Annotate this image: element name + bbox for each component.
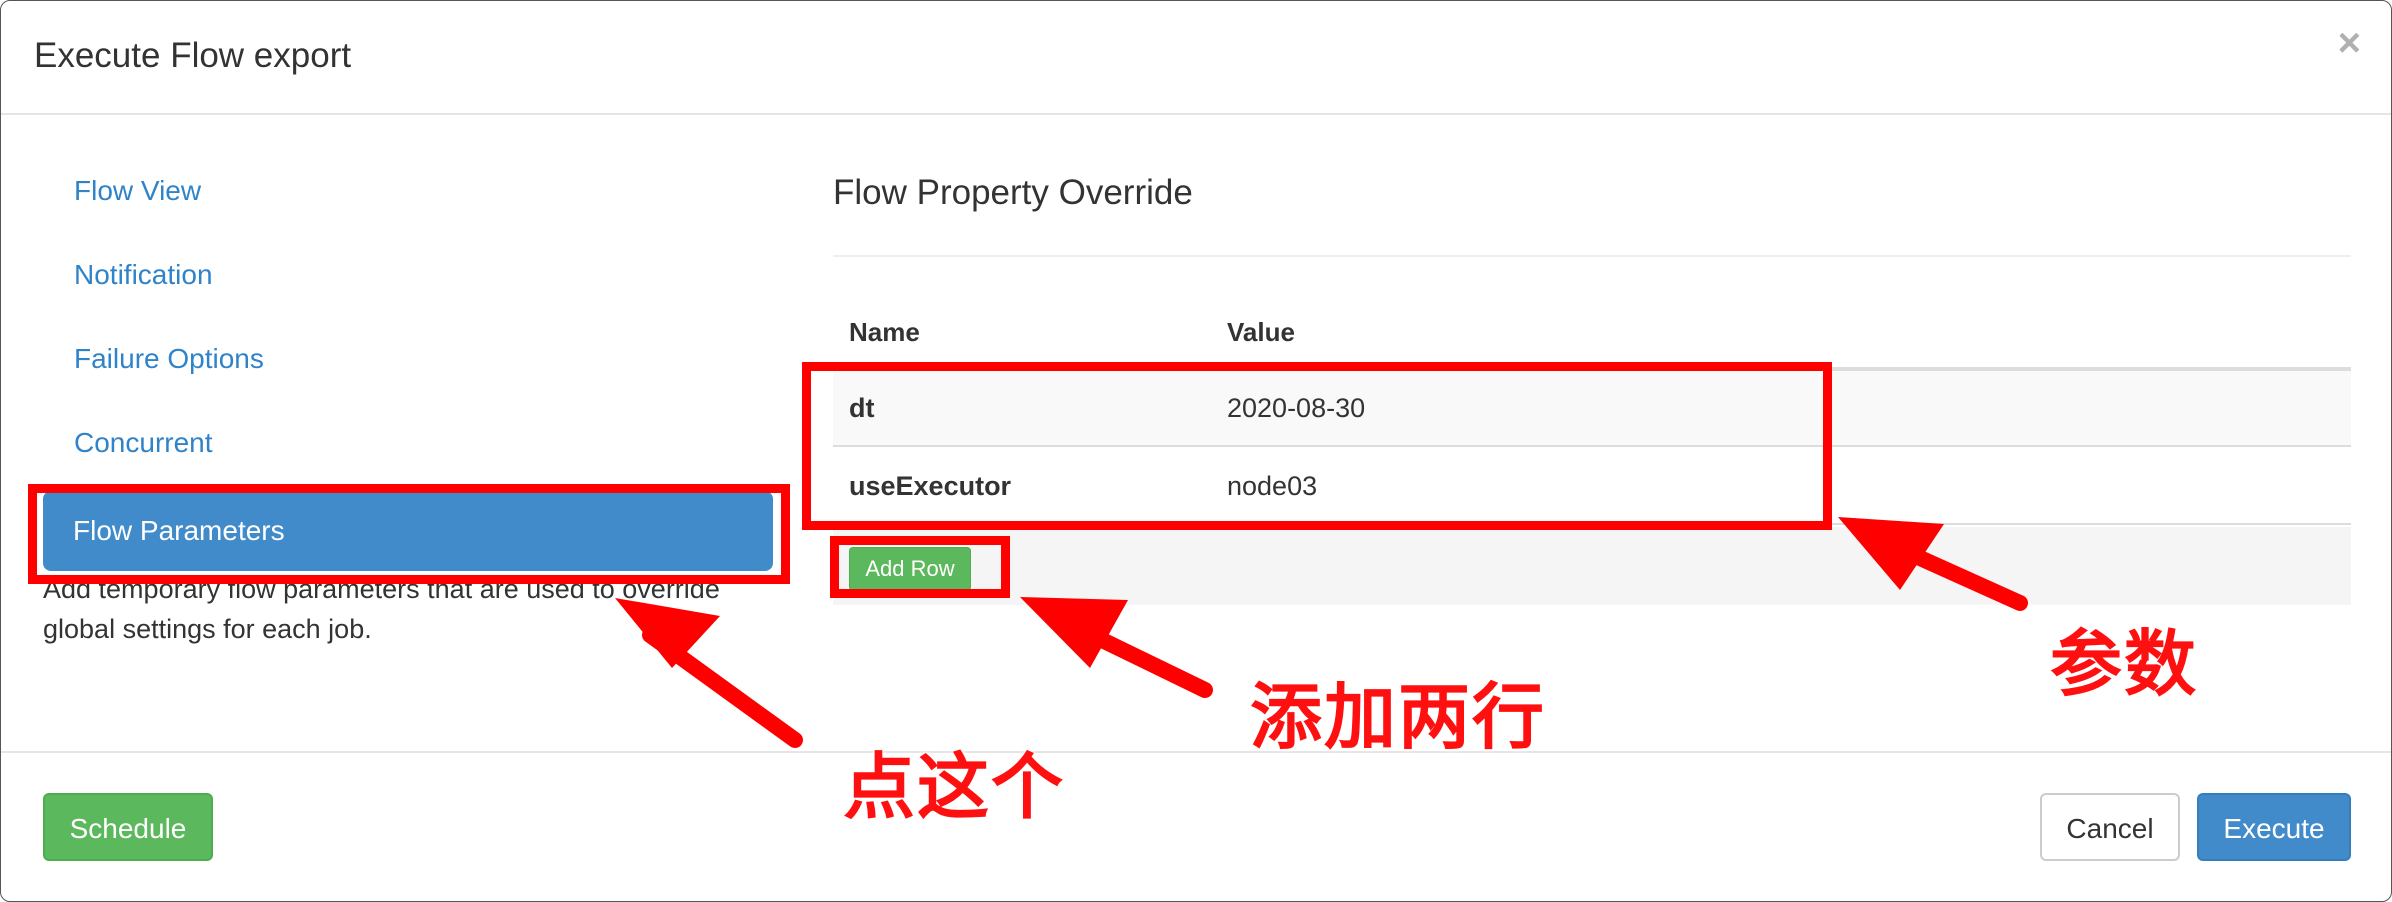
annotation-arrows (615, 517, 2028, 748)
annotation-add-two-rows: 添加两行 (1250, 675, 1547, 759)
arrowhead-add-row (1020, 597, 1128, 668)
arrowhead-flow-parameters (615, 598, 720, 668)
annotation-click-this: 点这个 (843, 745, 1066, 829)
annotation-parameters: 参数 (2050, 622, 2199, 706)
